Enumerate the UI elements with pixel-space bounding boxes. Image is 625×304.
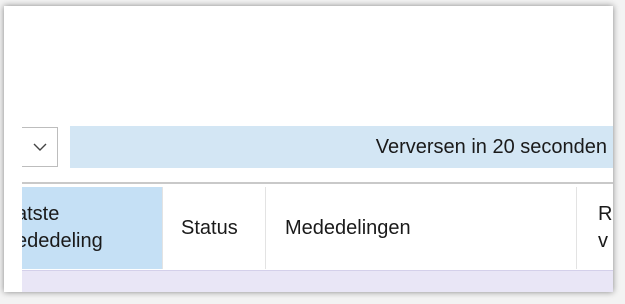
- refresh-countdown-banner: Verversen in 20 seconden: [70, 126, 613, 168]
- filter-dropdown[interactable]: [22, 127, 58, 167]
- column-header-label: Status: [181, 216, 238, 239]
- screenshot-frame: Verversen in 20 seconden atste ededeling…: [0, 0, 625, 304]
- refresh-countdown-text: Verversen in 20 seconden: [375, 135, 607, 158]
- column-header-truncated[interactable]: R v: [577, 187, 613, 269]
- column-header-label: R v: [598, 203, 613, 252]
- column-header-label: Mededelingen: [285, 216, 411, 239]
- toolbar-divider: [22, 182, 613, 184]
- column-header-last-message[interactable]: atste ededeling: [22, 187, 163, 269]
- app-window: Verversen in 20 seconden atste ededeling…: [4, 6, 613, 292]
- column-header-label: atste ededeling: [22, 203, 103, 252]
- column-header-messages[interactable]: Mededelingen: [266, 187, 577, 269]
- table-row[interactable]: [22, 270, 613, 292]
- column-header-status[interactable]: Status: [163, 187, 266, 269]
- table-header: atste ededeling Status Mededelingen R v: [22, 187, 613, 269]
- chevron-down-icon: [33, 143, 46, 151]
